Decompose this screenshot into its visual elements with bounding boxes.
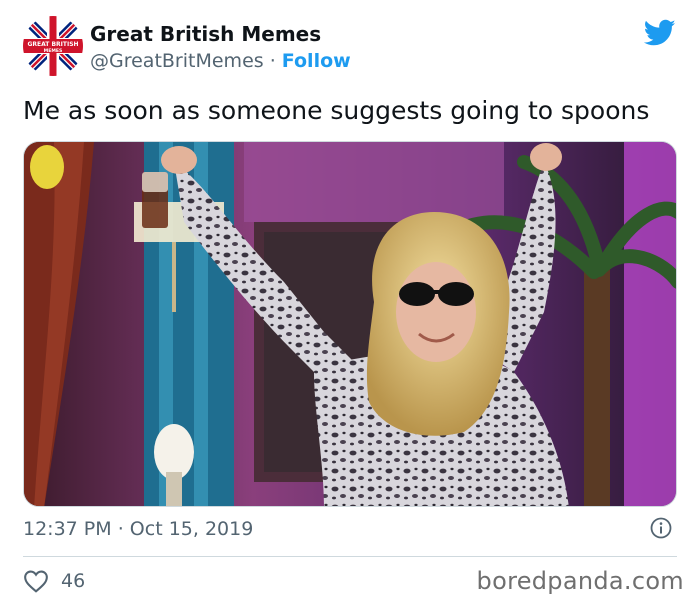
author-handle[interactable]: @GreatBritMemes	[90, 50, 264, 72]
separator-dot: ·	[269, 50, 276, 72]
svg-text:GREAT BRITISH: GREAT BRITISH	[27, 41, 78, 48]
author-handle-row: @GreatBritMemes · Follow	[90, 49, 351, 73]
author-name[interactable]: Great British Memes	[90, 22, 321, 46]
tweet-text: Me as soon as someone suggests going to …	[23, 96, 650, 125]
like-count: 46	[61, 570, 86, 592]
watermark: boredpanda.com	[476, 567, 684, 595]
like-action[interactable]: 46	[23, 567, 85, 595]
tweet-media-image[interactable]	[23, 141, 677, 507]
tweet-time: 12:37 PM	[23, 518, 112, 540]
follow-button[interactable]: Follow	[282, 50, 351, 72]
separator-dot-2: ·	[117, 518, 124, 540]
tweet-card: GREAT BRITISH MEMES Great British Memes …	[0, 0, 700, 609]
twitter-bird-icon[interactable]	[644, 19, 676, 47]
meme-photo	[24, 142, 676, 506]
timestamp[interactable]: 12:37 PM · Oct 15, 2019	[23, 515, 253, 543]
heart-icon[interactable]	[23, 569, 49, 593]
divider	[23, 556, 677, 557]
info-icon[interactable]	[650, 517, 672, 539]
tweet-date: Oct 15, 2019	[129, 518, 254, 540]
great-british-memes-logo: GREAT BRITISH MEMES	[23, 16, 83, 76]
avatar[interactable]: GREAT BRITISH MEMES	[23, 16, 83, 76]
svg-text:MEMES: MEMES	[44, 48, 63, 54]
